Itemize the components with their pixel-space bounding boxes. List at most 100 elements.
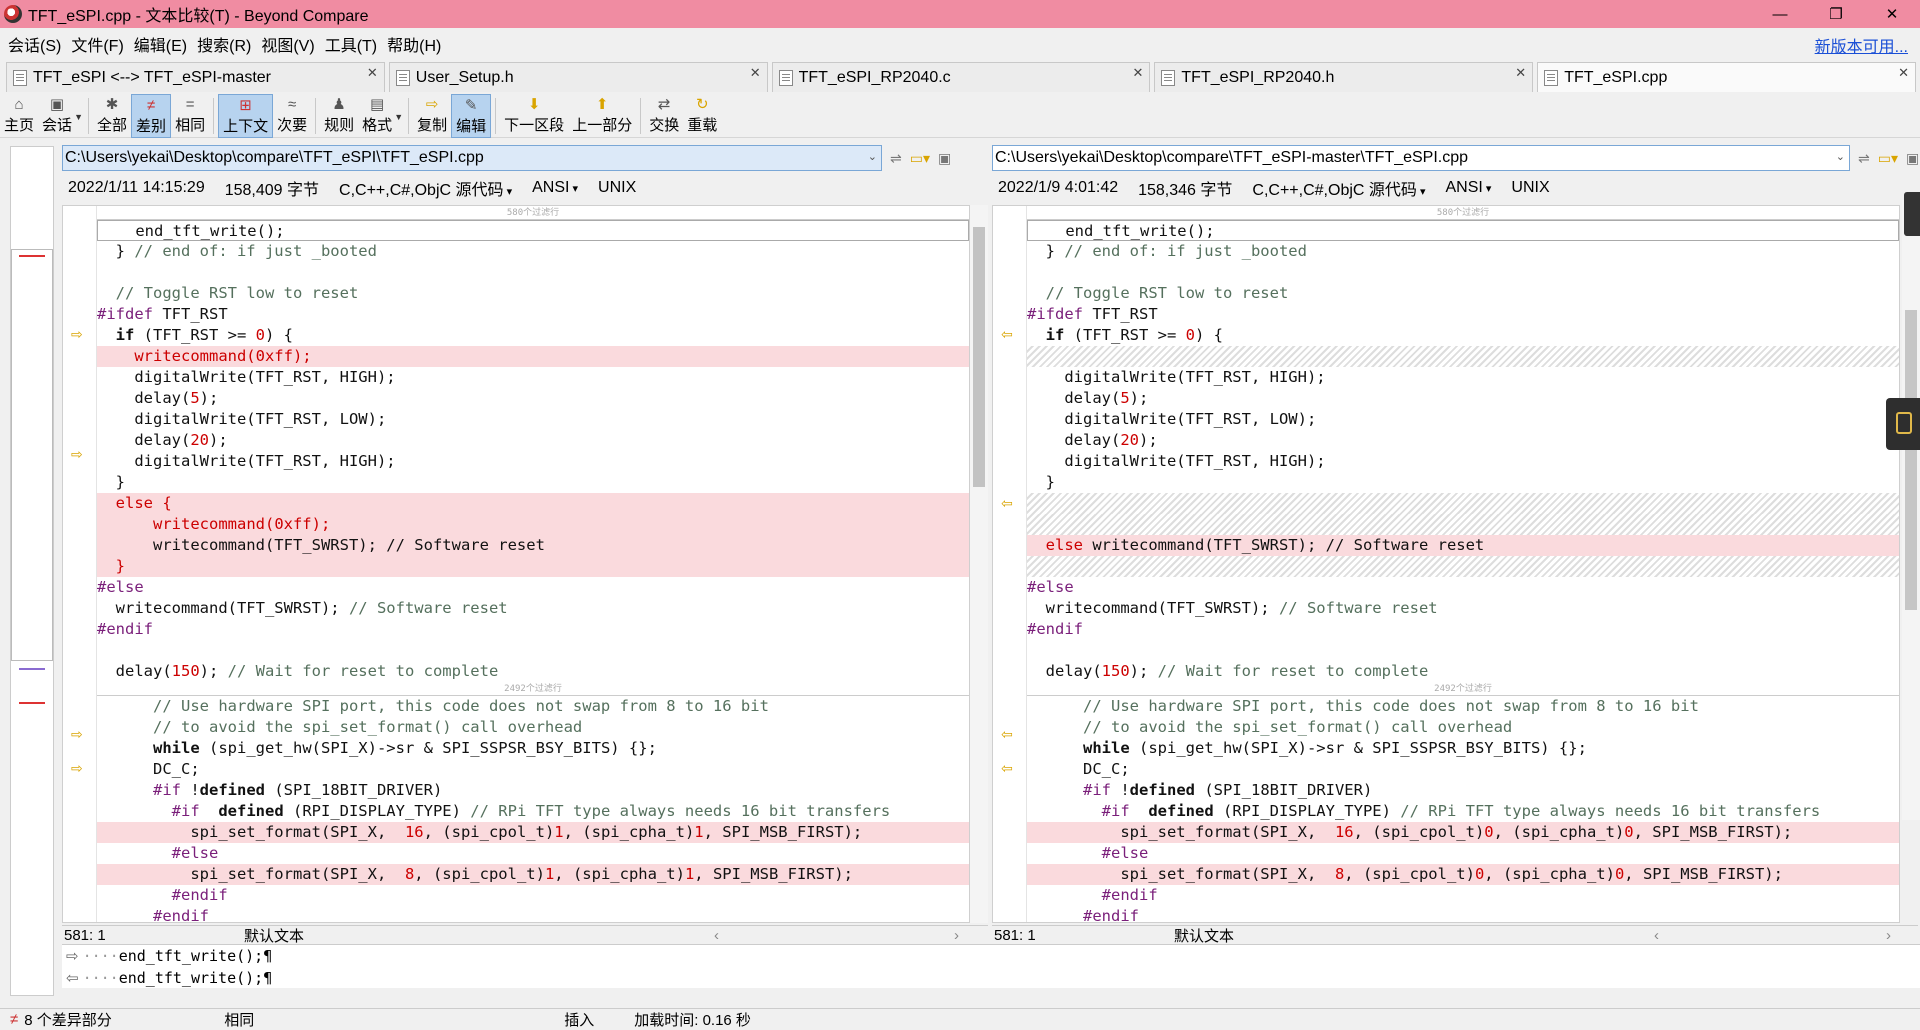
left-file-format-select[interactable]: C,C++,C#,ObjC 源代码 [339, 176, 512, 200]
menu-view[interactable]: 视图(V) [256, 32, 319, 56]
reload-button[interactable]: ↻ 重载 [683, 94, 721, 138]
copy-left-arrow-icon[interactable]: ⇦ [1001, 727, 1017, 741]
scrollbar-thumb[interactable] [973, 227, 985, 487]
right-vertical-scrollbar[interactable] [1902, 200, 1920, 820]
code-line[interactable]: #if !defined (SPI_18BIT_DRIVER) [97, 780, 969, 801]
save-icon[interactable]: ▣ [938, 150, 951, 167]
code-line[interactable]: // Toggle RST low to reset [1027, 283, 1899, 304]
diff-overview-map[interactable] [10, 146, 54, 996]
code-line[interactable] [1027, 262, 1899, 283]
code-line[interactable]: digitalWrite(TFT_RST, HIGH); [97, 451, 969, 472]
code-line-diff[interactable]: writecommand(0xff); [97, 514, 969, 535]
code-line[interactable]: delay(5); [97, 388, 969, 409]
code-line[interactable]: #endif [1027, 906, 1899, 922]
menu-search[interactable]: 搜索(R) [192, 32, 256, 56]
code-line[interactable]: digitalWrite(TFT_RST, LOW); [97, 409, 969, 430]
code-line[interactable]: // Use hardware SPI port, this code does… [1027, 696, 1899, 717]
code-line[interactable]: delay(20); [97, 430, 969, 451]
show-all-button[interactable]: ✱ 全部 [93, 94, 131, 138]
code-line[interactable]: #endif [1027, 885, 1899, 906]
menu-edit[interactable]: 编辑(E) [129, 32, 192, 56]
rules-button[interactable]: ♟ 规则 [320, 94, 358, 138]
tab-close-icon[interactable]: ✕ [1515, 65, 1526, 81]
save-icon[interactable]: ▣ [1906, 150, 1919, 167]
tab-close-icon[interactable]: ✕ [367, 65, 378, 81]
code-line[interactable]: delay(150); // Wait for reset to complet… [97, 661, 969, 682]
tab-close-icon[interactable]: ✕ [1132, 65, 1143, 81]
copy-left-arrow-icon[interactable]: ⇦ [1001, 327, 1017, 341]
code-line[interactable]: while (spi_get_hw(SPI_X)->sr & SPI_SSPSR… [97, 738, 969, 759]
copy-left-arrow-icon[interactable]: ⇦ [1001, 496, 1017, 510]
code-line[interactable]: #ifdef TFT_RST [1027, 304, 1899, 325]
code-line-diff[interactable]: else writecommand(TFT_SWRST); // Softwar… [1027, 535, 1899, 556]
code-line[interactable]: #endif [97, 885, 969, 906]
show-diff-button[interactable]: ≠ 差别 [131, 94, 172, 138]
menu-tools[interactable]: 工具(T) [320, 32, 382, 56]
code-line[interactable]: // Use hardware SPI port, this code does… [97, 696, 969, 717]
menu-file[interactable]: 文件(F) [66, 32, 128, 56]
horizontal-scroll-right-icon[interactable]: › [1886, 927, 1891, 944]
swap-button[interactable]: ⇄ 交换 [645, 94, 683, 138]
open-folder-icon[interactable]: ▭▾ [1878, 150, 1898, 167]
left-vertical-scrollbar[interactable] [970, 205, 988, 923]
code-line-diff[interactable]: spi_set_format(SPI_X, 16, (spi_cpol_t)0,… [1027, 822, 1899, 843]
horizontal-scroll-left-icon[interactable]: ‹ [714, 927, 954, 944]
code-line[interactable]: #endif [1027, 619, 1899, 640]
code-line[interactable]: #if defined (RPI_DISPLAY_TYPE) // RPi TF… [1027, 801, 1899, 822]
format-button[interactable]: ▤ 格式 ▼ [358, 94, 403, 138]
code-line[interactable]: while (spi_get_hw(SPI_X)->sr & SPI_SSPSR… [1027, 738, 1899, 759]
copy-right-arrow-icon[interactable]: ⇨ [71, 761, 87, 775]
right-file-format-select[interactable]: C,C++,C#,ObjC 源代码 [1252, 176, 1425, 200]
left-encoding-select[interactable]: ANSI [532, 179, 578, 197]
code-line[interactable]: writecommand(TFT_SWRST); // Software res… [97, 598, 969, 619]
menu-help[interactable]: 帮助(H) [382, 32, 446, 56]
maximize-button[interactable]: ❐ [1808, 0, 1864, 28]
code-line[interactable]: digitalWrite(TFT_RST, HIGH); [97, 367, 969, 388]
context-button[interactable]: ⊞ 上下文 [218, 94, 274, 138]
dropdown-arrow-icon[interactable]: ▼ [394, 112, 403, 122]
code-line[interactable]: DC_C; [1027, 759, 1899, 780]
tab-rp2040-c[interactable]: TFT_eSPI_RP2040.c ✕ [771, 62, 1151, 92]
left-code-view[interactable]: ⇨ ⇨ ⇨ ⇨ 580个过滤行 end_tft_write(); } // en… [62, 205, 970, 923]
copy-right-arrow-icon[interactable]: ⇨ [71, 327, 87, 341]
filtered-lines-fold[interactable]: 580个过滤行 [1027, 206, 1899, 220]
dropdown-arrow-icon[interactable]: ▼ [74, 112, 83, 122]
menu-session[interactable]: 会话(S) [0, 32, 66, 56]
code-line[interactable]: delay(20); [1027, 430, 1899, 451]
code-line[interactable]: // Toggle RST low to reset [97, 283, 969, 304]
tab-tft-espi-cpp[interactable]: TFT_eSPI.cpp ✕ [1537, 62, 1916, 92]
code-line[interactable]: } // end of: if just _booted [1027, 241, 1899, 262]
copy-left-arrow-icon[interactable]: ⇦ [1001, 761, 1017, 775]
next-section-button[interactable]: ⬇ 下一区段 [500, 94, 568, 138]
side-panel-toggle-icon[interactable] [1886, 398, 1920, 450]
code-line[interactable]: } [1027, 472, 1899, 493]
line-detail-right[interactable]: ⇦ ···· end_tft_write();¶ [62, 967, 1920, 989]
code-line[interactable]: DC_C; [97, 759, 969, 780]
show-same-button[interactable]: = 相同 [171, 94, 209, 138]
open-folder-icon[interactable]: ▭▾ [910, 150, 930, 167]
horizontal-scroll-left-icon[interactable]: ‹ [1654, 927, 1886, 944]
code-line-diff[interactable]: spi_set_format(SPI_X, 16, (spi_cpol_t)1,… [97, 822, 969, 843]
copy-right-arrow-icon[interactable]: ⇨ [71, 447, 87, 461]
tab-rp2040-h[interactable]: TFT_eSPI_RP2040.h ✕ [1154, 62, 1534, 92]
code-line[interactable]: #ifdef TFT_RST [97, 304, 969, 325]
minor-button[interactable]: ≈ 次要 [273, 94, 311, 138]
code-line-diff[interactable]: writecommand(TFT_SWRST); // Software res… [97, 535, 969, 556]
chevron-down-icon[interactable]: ⌄ [1836, 150, 1845, 163]
swap-arrows-icon[interactable]: ⇌ [1858, 150, 1870, 167]
update-available-link[interactable]: 新版本可用... [1815, 33, 1908, 57]
code-line[interactable]: #if defined (RPI_DISPLAY_TYPE) // RPi TF… [97, 801, 969, 822]
right-code-view[interactable]: ⇦ ⇦ ⇦ ⇦ 580个过滤行 end_tft_write(); } // en… [992, 205, 1900, 923]
tab-folder-compare[interactable]: TFT_eSPI <--> TFT_eSPI-master ✕ [6, 62, 385, 92]
filtered-lines-fold[interactable]: 2492个过滤行 [97, 682, 969, 696]
code-line[interactable]: #else [97, 843, 969, 864]
session-button[interactable]: ▣ 会话 ▼ [38, 94, 83, 138]
home-button[interactable]: ⌂ 主页 [0, 94, 38, 138]
code-line[interactable]: digitalWrite(TFT_RST, HIGH); [1027, 367, 1899, 388]
code-line[interactable]: } [97, 472, 969, 493]
code-line[interactable]: digitalWrite(TFT_RST, LOW); [1027, 409, 1899, 430]
code-line-diff[interactable]: else { [97, 493, 969, 514]
code-line[interactable]: #else [97, 577, 969, 598]
line-detail-left[interactable]: ⇨ ···· end_tft_write();¶ [62, 945, 1920, 967]
swap-arrows-icon[interactable]: ⇌ [890, 150, 902, 167]
